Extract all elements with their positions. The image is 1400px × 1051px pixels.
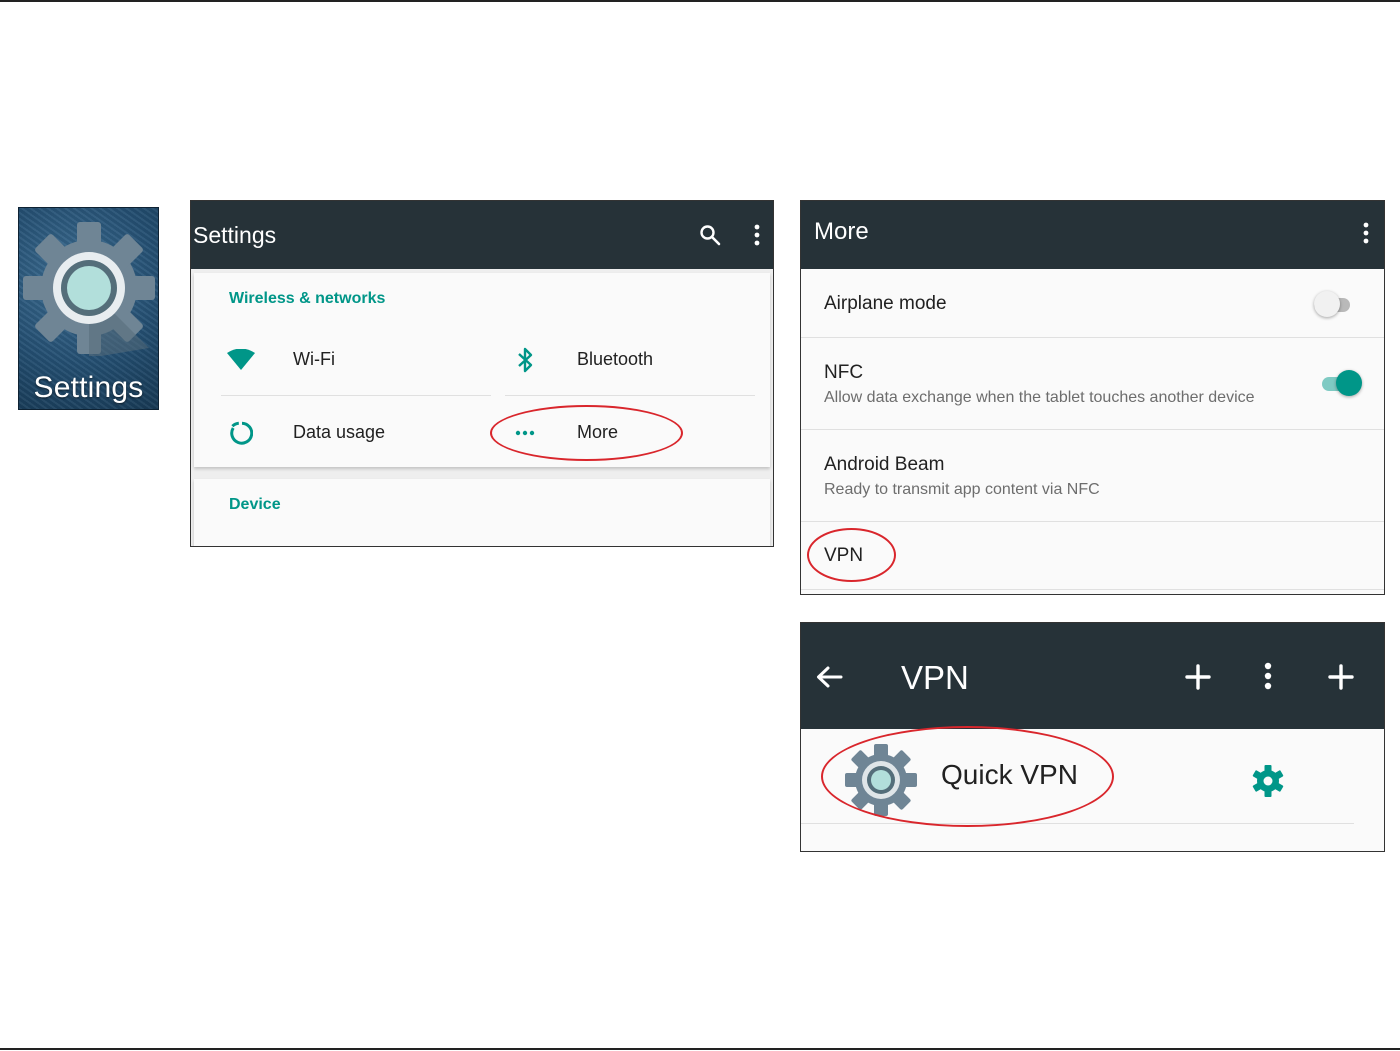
tile-label-bluetooth: Bluetooth: [577, 349, 654, 369]
row-android-beam[interactable]: Android Beam Ready to transmit app conte…: [801, 430, 1384, 522]
tile-bluetooth[interactable]: Bluetooth: [505, 340, 765, 380]
row-title: Android Beam: [824, 454, 945, 475]
settings-screen: Settings Wireless & networks Wi-Fi Bluet…: [190, 200, 774, 547]
gear-icon[interactable]: [1249, 762, 1287, 800]
bottom-rule: [0, 1048, 1400, 1050]
row-airplane-mode[interactable]: Airplane mode: [801, 269, 1384, 338]
app-icon-label: Settings: [33, 371, 144, 404]
section-header-wireless: Wireless & networks: [229, 290, 386, 307]
overflow-menu-icon[interactable]: [747, 221, 767, 249]
tile-divider: [221, 395, 491, 396]
highlight-circle-quick-vpn: [821, 726, 1114, 827]
settings-app-icon[interactable]: Settings: [18, 207, 159, 410]
wifi-icon: [221, 342, 261, 378]
tile-wifi[interactable]: Wi-Fi: [221, 340, 491, 380]
highlight-circle-more: [490, 405, 683, 461]
overflow-menu-icon[interactable]: [1356, 219, 1376, 247]
tile-data-usage[interactable]: Data usage: [221, 413, 491, 453]
settings-gear-icon: [23, 222, 155, 356]
row-title: NFC: [824, 362, 864, 383]
search-icon[interactable]: [696, 221, 724, 249]
tile-label-data-usage: Data usage: [293, 422, 386, 442]
vpn-screen: VPN Quick VPN: [800, 622, 1385, 852]
more-title: More: [814, 218, 869, 245]
settings-app-bar: Settings: [191, 201, 773, 269]
device-card: Device: [194, 479, 770, 546]
row-subtitle: Allow data exchange when the tablet touc…: [824, 389, 1255, 406]
row-nfc[interactable]: NFC Allow data exchange when the tablet …: [801, 338, 1384, 430]
vpn-app-bar: VPN: [801, 623, 1384, 729]
nfc-switch[interactable]: [1322, 370, 1362, 396]
section-header-device: Device: [229, 496, 281, 513]
settings-title: Settings: [193, 222, 277, 248]
airplane-mode-switch[interactable]: [1314, 291, 1354, 317]
more-app-bar: More: [801, 201, 1384, 269]
row-subtitle: Ready to transmit app content via NFC: [824, 481, 1100, 498]
highlight-circle-vpn: [807, 528, 896, 582]
wireless-networks-card: Wireless & networks Wi-Fi Bluetooth Data…: [194, 273, 770, 467]
add-icon[interactable]: [1183, 662, 1213, 692]
add-icon[interactable]: [1326, 662, 1356, 692]
list-divider: [801, 823, 1354, 824]
back-arrow-icon[interactable]: [813, 661, 845, 693]
tile-label-wifi: Wi-Fi: [293, 349, 335, 369]
top-rule: [0, 0, 1400, 2]
vpn-title: VPN: [901, 659, 969, 696]
row-title: Airplane mode: [824, 293, 947, 314]
tile-divider: [505, 395, 755, 396]
more-screen: More Airplane mode NFC Allow data exchan…: [800, 200, 1385, 595]
data-usage-icon: [221, 415, 261, 451]
overflow-menu-icon[interactable]: [1258, 661, 1278, 691]
bluetooth-icon: [505, 342, 545, 378]
